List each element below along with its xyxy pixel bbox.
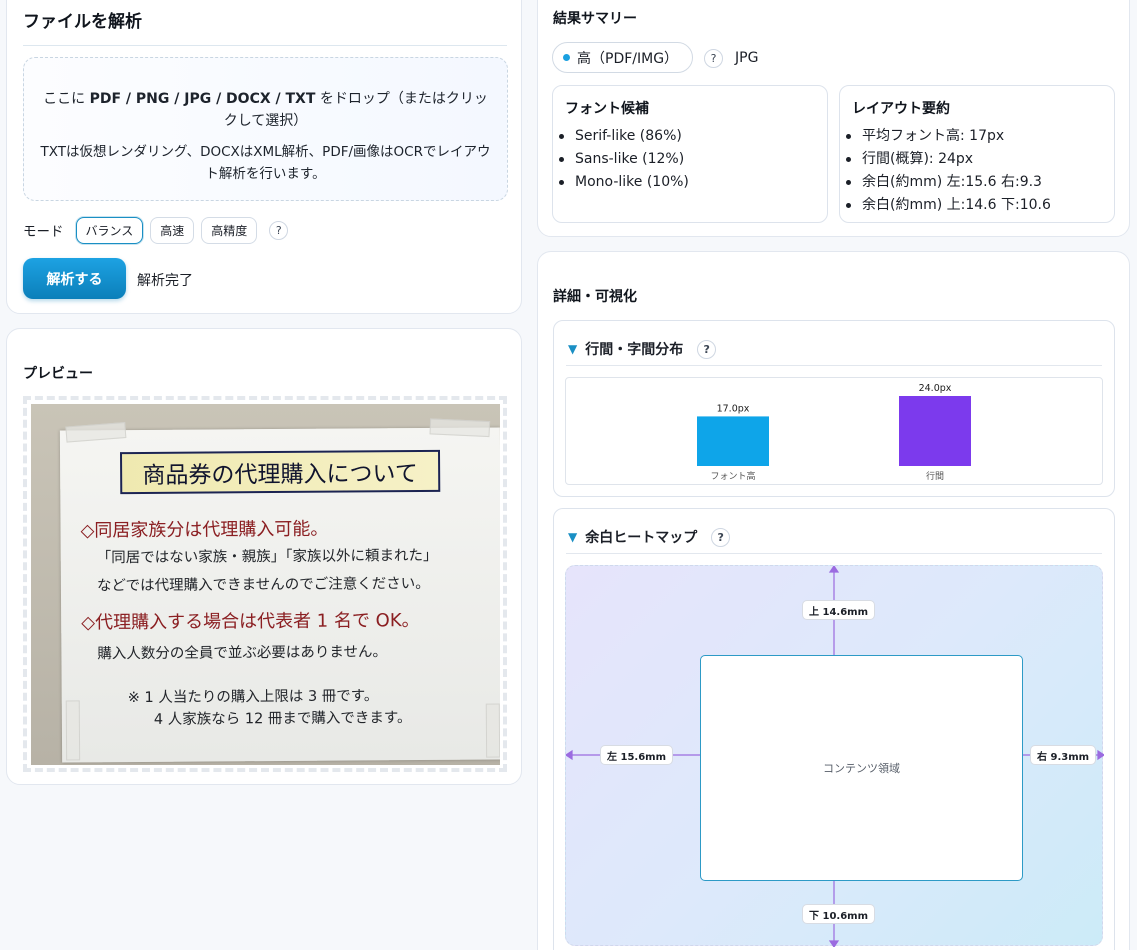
summary-help-icon[interactable]: ? (704, 49, 723, 68)
list-item: 余白(約mm) 上:14.6 下:10.6 (846, 194, 1102, 217)
margin-top-label: 上 14.6mm (802, 600, 875, 620)
quality-label: 高（PDF/IMG） (577, 50, 679, 67)
bar-value-label: 24.0px (919, 383, 952, 394)
drop-formats: PDF / PNG / JPG / DOCX / TXT (89, 91, 316, 107)
top-arrowhead-icon (828, 566, 840, 573)
quality-badge: 高（PDF/IMG） (552, 42, 694, 73)
analyze-button[interactable]: 解析する (23, 258, 126, 299)
notice-line: 購入人数分の全員で並ぶ必要はありません。 (97, 644, 388, 663)
list-item: Mono-like (10%) (559, 171, 815, 194)
list-item: 余白(約mm) 左:15.6 右:9.3 (846, 171, 1102, 194)
details-title: 詳細・可視化 (553, 289, 637, 305)
bar-category-label: 行間 (926, 470, 944, 482)
margin-heatmap: コンテンツ領域 上 14.6mm 下 10.6mm 左 15.6mm 右 9.3… (565, 565, 1104, 947)
tape (65, 422, 127, 443)
margin-left-label: 左 15.6mm (600, 745, 673, 765)
notice-line: 4 人家族なら 12 冊まで購入できます。 (153, 710, 412, 728)
spacing-help-icon[interactable]: ? (697, 339, 717, 359)
list-item: Sans-like (12%) (559, 148, 815, 171)
drop-prefix: ここに (43, 91, 90, 107)
tape (485, 703, 500, 758)
heatmap-section-header[interactable]: ▼ 余白ヒートマップ ? (568, 527, 731, 547)
heatmap-help-icon[interactable]: ? (711, 527, 731, 547)
mode-precise-button[interactable]: 高精度 (201, 216, 258, 244)
dropzone-instructions: ここに PDF / PNG / JPG / DOCX / TXT をドロップ（ま… (40, 88, 491, 132)
bar-category-label: フォント高 (710, 470, 755, 482)
bar-value-label: 17.0px (717, 403, 750, 414)
layout-summary-title: レイアウト要約 (852, 101, 950, 117)
font-candidates-title: フォント候補 (565, 101, 649, 117)
file-dropzone[interactable]: ここに PDF / PNG / JPG / DOCX / TXT をドロップ（ま… (23, 57, 508, 201)
format-label: JPG (735, 50, 759, 66)
mode-selector: モード バランス 高速 高精度 ? (23, 216, 289, 244)
details-card: 詳細・可視化 ▼ 行間・字間分布 ? 17.0px フォント高 24.0px 行間 ▼… (537, 251, 1130, 950)
divider (23, 45, 507, 46)
content-area: コンテンツ領域 (700, 655, 1023, 881)
mode-help-icon[interactable]: ? (269, 220, 289, 240)
left-arrowhead-icon (566, 749, 573, 761)
bar-chart-svg: 17.0px フォント高 24.0px 行間 (697, 383, 971, 482)
layout-summary-box: レイアウト要約 平均フォント高: 17px 行間(概算): 24px 余白(約m… (839, 85, 1115, 223)
bar (697, 416, 769, 466)
mode-label: モード (23, 224, 64, 240)
notice-paper: 商品券の代理購入について ◇同居家族分は代理購入可能。 「同居ではない家族・親族… (59, 418, 500, 763)
notice-line: ※ 1 人当たりの購入上限は 3 冊です。 (127, 688, 379, 707)
collapse-triangle-icon: ▼ (568, 530, 578, 544)
font-candidates-box: フォント候補 Serif-like (86%) Sans-like (12%) … (552, 85, 828, 223)
mode-balance-button[interactable]: バランス (75, 216, 144, 244)
spacing-section-header[interactable]: ▼ 行間・字間分布 ? (568, 339, 717, 359)
tape (65, 700, 81, 761)
upload-title: ファイルを解析 (23, 12, 142, 32)
dropzone-note: TXTは仮想レンダリング、DOCXはXML解析、PDF/画像はOCRでレイアウト… (40, 144, 491, 182)
heatmap-section: ▼ 余白ヒートマップ ? コンテンツ領域 上 14.6mm 下 10.6mm 左… (553, 508, 1115, 950)
preview-title: プレビュー (23, 366, 93, 382)
preview-card: プレビュー 商品券の代理購入について ◇同居家族分は代理購入可能。 「同居ではな… (6, 328, 522, 785)
notice-line: ◇同居家族分は代理購入可能。 (80, 518, 329, 542)
right-arrowhead-icon (1097, 749, 1104, 761)
status-dot-icon (563, 54, 570, 61)
list-item: 平均フォント高: 17px (846, 125, 1102, 148)
notice-heading: 商品券の代理購入について (119, 449, 441, 495)
spacing-bar-chart: 17.0px フォント高 24.0px 行間 (565, 377, 1103, 485)
mode-fast-button[interactable]: 高速 (150, 216, 195, 244)
heatmap-section-title: 余白ヒートマップ (585, 530, 698, 546)
preview-frame: 商品券の代理購入について ◇同居家族分は代理購入可能。 「同居ではない家族・親族… (23, 396, 507, 772)
summary-card: 結果サマリー 高（PDF/IMG） ? JPG フォント候補 Serif-lik… (537, 0, 1130, 237)
margin-bottom-label: 下 10.6mm (802, 904, 875, 924)
spacing-section-title: 行間・字間分布 (585, 342, 684, 358)
tape (429, 418, 491, 438)
notice-line: などでは代理購入できませんのでご注意ください。 (96, 575, 430, 595)
list-item: 行間(概算): 24px (846, 148, 1102, 171)
notice-line: 「同居ではない家族・親族」「家族以外に頼まれた」 (96, 547, 438, 567)
bottom-arrowhead-icon (828, 940, 840, 947)
margin-right-label: 右 9.3mm (1030, 745, 1097, 765)
bar (899, 396, 971, 466)
collapse-triangle-icon: ▼ (568, 342, 578, 356)
summary-title: 結果サマリー (553, 11, 637, 27)
notice-line: ◇代理購入する場合は代表者 1 名で OK。 (81, 610, 420, 634)
analyze-status: 解析完了 (137, 273, 193, 289)
divider (566, 365, 1102, 366)
list-item: Serif-like (86%) (559, 125, 815, 148)
upload-card: ファイルを解析 ここに PDF / PNG / JPG / DOCX / TXT… (6, 0, 522, 314)
spacing-section: ▼ 行間・字間分布 ? 17.0px フォント高 24.0px 行間 (553, 320, 1115, 497)
divider (566, 553, 1102, 554)
preview-image: 商品券の代理購入について ◇同居家族分は代理購入可能。 「同居ではない家族・親族… (31, 404, 500, 765)
